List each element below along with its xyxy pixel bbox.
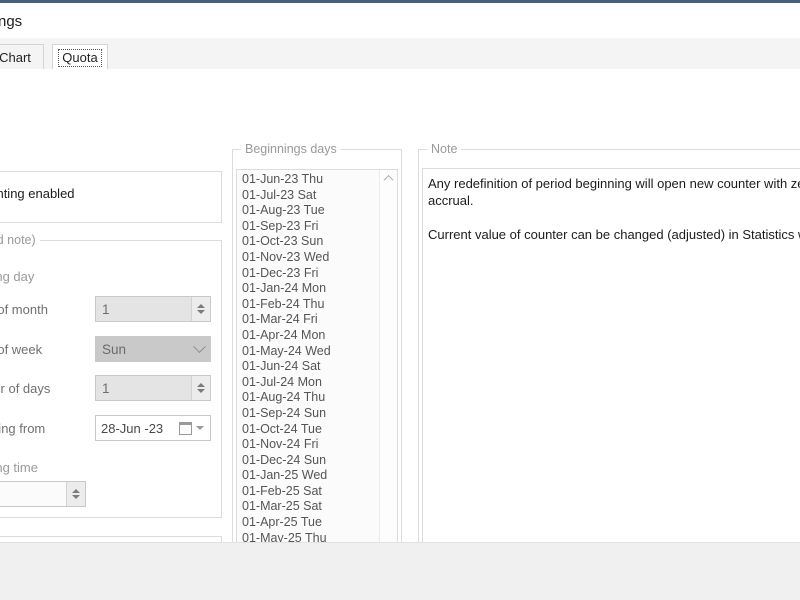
list-item[interactable]: 01-Aug-24 Thu	[237, 390, 379, 406]
beginning-time-spinner-arrows[interactable]	[66, 482, 85, 506]
list-item[interactable]: 01-May-24 Wed	[237, 344, 379, 360]
chevron-down-icon[interactable]	[197, 310, 205, 314]
tab-strip: Chart Quota	[0, 38, 800, 71]
chevron-up-icon[interactable]	[197, 304, 205, 308]
beginning-day-label: nning day	[0, 269, 35, 284]
listbox-scrollbar[interactable]	[379, 170, 397, 566]
list-item[interactable]: 01-Dec-24 Sun	[237, 453, 379, 469]
scroll-up-icon[interactable]	[380, 170, 397, 187]
list-item[interactable]: 01-Jun-23 Thu	[237, 172, 379, 188]
note-paragraph-1: Any redefinition of period beginning wil…	[428, 176, 800, 191]
period-definition-legend: definition (read note)	[0, 233, 40, 247]
number-of-days-value: 1	[102, 380, 110, 396]
chevron-up-icon[interactable]	[72, 489, 80, 493]
dialog-footer: t OK Apply C	[0, 542, 800, 600]
note-paragraph-2: Current value of counter can be changed …	[428, 227, 800, 242]
chevron-down-icon[interactable]	[196, 426, 204, 430]
day-of-week-select[interactable]: Sun	[95, 336, 211, 362]
beginning-time-label: nning time	[0, 460, 38, 475]
number-of-days-spinner[interactable]: 1	[95, 375, 211, 401]
number-of-days-label: umber of days	[0, 381, 51, 396]
list-item[interactable]: 01-Mar-24 Fri	[237, 312, 379, 328]
day-of-week-label: ay of week	[0, 342, 43, 357]
chevron-down-icon[interactable]	[72, 495, 80, 499]
tab-chart[interactable]: Chart	[0, 44, 44, 70]
list-item[interactable]: 01-Jan-24 Mon	[237, 281, 379, 297]
beginnings-days-list[interactable]: 01-Jun-23 Thu 01-Jul-23 Sat 01-Aug-23 Tue 0…	[237, 172, 379, 562]
tab-quota[interactable]: Quota	[52, 44, 108, 71]
day-of-month-value: 1	[102, 301, 110, 317]
day-of-week-value: Sun	[102, 341, 127, 357]
note-paragraph-1-continued: accrual.	[428, 193, 474, 208]
list-item[interactable]: 01-Nov-24 Fri	[237, 437, 379, 453]
calendar-icon[interactable]	[179, 421, 192, 435]
list-item[interactable]: 01-Oct-23 Sun	[237, 234, 379, 250]
chevron-down-icon[interactable]	[197, 389, 205, 393]
tab-quota-label: Quota	[58, 49, 102, 67]
list-item[interactable]: 01-Sep-24 Sun	[237, 406, 379, 422]
list-item[interactable]: 01-Jan-25 Wed	[237, 468, 379, 484]
tab-panel-quota: ounting enabled definition (read note) n…	[0, 69, 800, 600]
quota-accounting-enabled-checkbox-label[interactable]: ounting enabled	[0, 186, 75, 201]
list-item[interactable]: 01-Nov-23 Wed	[237, 250, 379, 266]
list-item[interactable]: 01-Apr-24 Mon	[237, 328, 379, 344]
accounting-from-datepicker[interactable]: 28-Jun -23	[95, 415, 211, 441]
tab-chart-label: Chart	[0, 50, 31, 65]
list-item[interactable]: 01-Apr-25 Tue	[237, 515, 379, 531]
beginning-time-value: :00	[0, 487, 66, 502]
note-blank-line	[428, 209, 800, 226]
day-of-month-label: ay of month	[0, 302, 48, 317]
list-item[interactable]: 01-Jul-24 Mon	[237, 375, 379, 391]
note-legend: Note	[427, 142, 462, 156]
accounting-from-label: ounting from	[0, 421, 46, 436]
list-item[interactable]: 01-Sep-23 Fri	[237, 219, 379, 235]
list-item[interactable]: 01-Aug-23 Tue	[237, 203, 379, 219]
beginning-time-spinner[interactable]: :00	[0, 481, 86, 507]
list-item[interactable]: 01-Jul-23 Sat	[237, 188, 379, 204]
list-item[interactable]: 01-Mar-25 Sat	[237, 499, 379, 515]
day-of-month-spinner-arrows[interactable]	[191, 297, 210, 321]
note-textbox[interactable]: Any redefinition of period beginning wil…	[422, 168, 800, 592]
accounting-from-value: 28-Jun -23	[101, 420, 164, 436]
list-item[interactable]: 01-Feb-25 Sat	[237, 484, 379, 500]
list-item[interactable]: 01-Feb-24 Thu	[237, 297, 379, 313]
list-item[interactable]: 01-Dec-23 Fri	[237, 266, 379, 282]
list-item[interactable]: 01-Jun-24 Sat	[237, 359, 379, 375]
beginnings-days-legend: Beginnings days	[241, 142, 341, 156]
chevron-down-icon[interactable]	[187, 339, 211, 354]
chevron-up-icon[interactable]	[197, 383, 205, 387]
number-of-days-spinner-arrows[interactable]	[191, 376, 210, 400]
list-item[interactable]: 01-Oct-24 Tue	[237, 422, 379, 438]
window-title: ngs	[0, 13, 23, 30]
settings-dialog: ngs Chart Quota ounting enabled definiti…	[0, 0, 800, 600]
day-of-month-spinner[interactable]: 1	[95, 296, 211, 322]
title-bar: ngs	[0, 0, 800, 38]
beginnings-days-listbox[interactable]: 01-Jun-23 Thu 01-Jul-23 Sat 01-Aug-23 Tue 0…	[236, 169, 398, 567]
